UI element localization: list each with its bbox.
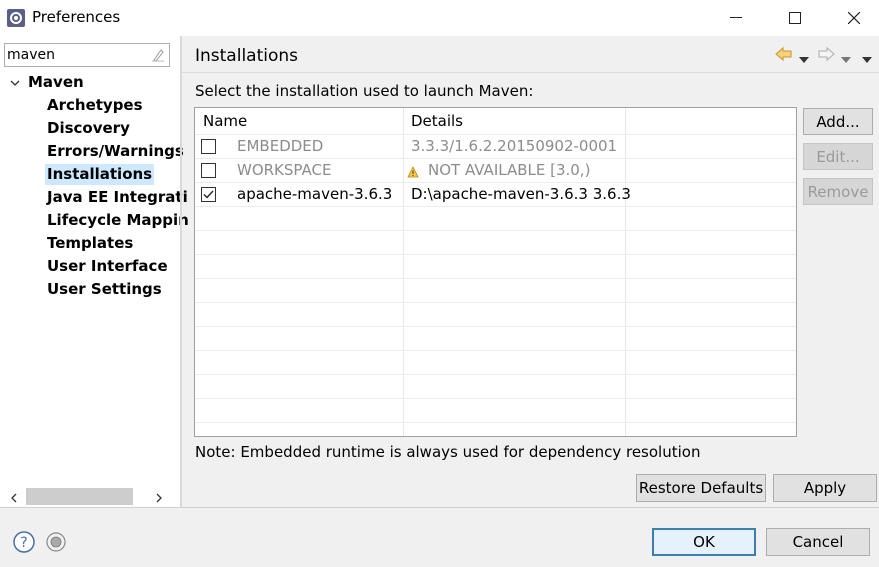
scroll-left-icon[interactable]: [8, 490, 20, 503]
row-details: NOT AVAILABLE [3.0,): [428, 161, 591, 179]
embedded-runtime-note: Note: Embedded runtime is always used fo…: [195, 443, 701, 461]
minimize-button[interactable]: [707, 0, 765, 36]
row-checkbox-apache-maven[interactable]: [201, 187, 216, 202]
tree-item-discovery[interactable]: Discovery: [47, 118, 130, 139]
tree-item-installations[interactable]: Installations: [45, 164, 155, 185]
pane-splitter[interactable]: [180, 36, 182, 507]
tree-item-java-ee-integration[interactable]: Java EE Integrati: [47, 187, 188, 208]
edit-button[interactable]: Edit...: [803, 143, 873, 170]
apply-button[interactable]: Apply: [773, 474, 877, 502]
tree-item-maven[interactable]: Maven: [28, 72, 84, 93]
ok-button[interactable]: OK: [652, 528, 756, 556]
record-icon[interactable]: [45, 531, 67, 553]
row-checkbox-embedded[interactable]: [201, 139, 216, 154]
tree-item-lifecycle-mappings[interactable]: Lifecycle Mappin: [47, 210, 189, 231]
forward-history-dropdown-icon[interactable]: [840, 50, 852, 63]
tree-item-archetypes[interactable]: Archetypes: [47, 95, 143, 116]
back-arrow-icon[interactable]: [775, 46, 793, 62]
tree-item-errors-warnings[interactable]: Errors/Warnings: [47, 141, 184, 162]
cancel-button[interactable]: Cancel: [766, 528, 870, 556]
view-menu-icon[interactable]: [861, 50, 873, 63]
installations-description: Select the installation used to launch M…: [195, 82, 534, 100]
row-name: WORKSPACE: [237, 161, 332, 179]
page-title: Installations: [195, 46, 299, 66]
svg-text:?: ?: [20, 535, 27, 551]
filter-input[interactable]: [7, 45, 147, 65]
app-icon: [6, 8, 26, 28]
help-icon[interactable]: ?: [13, 531, 35, 553]
forward-arrow-icon[interactable]: [817, 46, 835, 62]
window-title: Preferences: [32, 8, 121, 26]
tree-item-user-interface[interactable]: User Interface: [47, 256, 168, 277]
clear-filter-icon[interactable]: [150, 47, 166, 63]
row-details: 3.3.3/1.6.2.20150902-0001: [411, 137, 618, 155]
close-button[interactable]: [825, 0, 879, 36]
tree-item-user-settings[interactable]: User Settings: [47, 279, 162, 300]
maximize-button[interactable]: [766, 0, 824, 36]
row-details: D:\apache-maven-3.6.3 3.6.3: [411, 185, 631, 203]
restore-defaults-button[interactable]: Restore Defaults: [636, 474, 766, 502]
installations-table[interactable]: Name Details EMBEDDED 3.3.3/1.6.2.201509…: [194, 107, 797, 437]
back-history-dropdown-icon[interactable]: [798, 50, 810, 63]
row-checkbox-workspace[interactable]: [201, 163, 216, 178]
column-header-name[interactable]: Name: [203, 112, 247, 130]
warning-icon: [407, 164, 419, 178]
scroll-right-icon[interactable]: [153, 490, 165, 503]
tree-item-templates[interactable]: Templates: [47, 233, 133, 254]
add-button[interactable]: Add...: [803, 108, 873, 135]
row-name: EMBEDDED: [237, 137, 324, 155]
remove-button[interactable]: Remove: [803, 178, 873, 205]
header-separator: [181, 72, 879, 73]
column-header-details[interactable]: Details: [411, 112, 463, 130]
row-name: apache-maven-3.6.3: [237, 185, 393, 203]
bottom-separator: [0, 507, 879, 508]
collapse-chevron-icon[interactable]: [8, 76, 22, 90]
scrollbar-thumb[interactable]: [26, 488, 133, 505]
filter-field[interactable]: [4, 43, 170, 67]
